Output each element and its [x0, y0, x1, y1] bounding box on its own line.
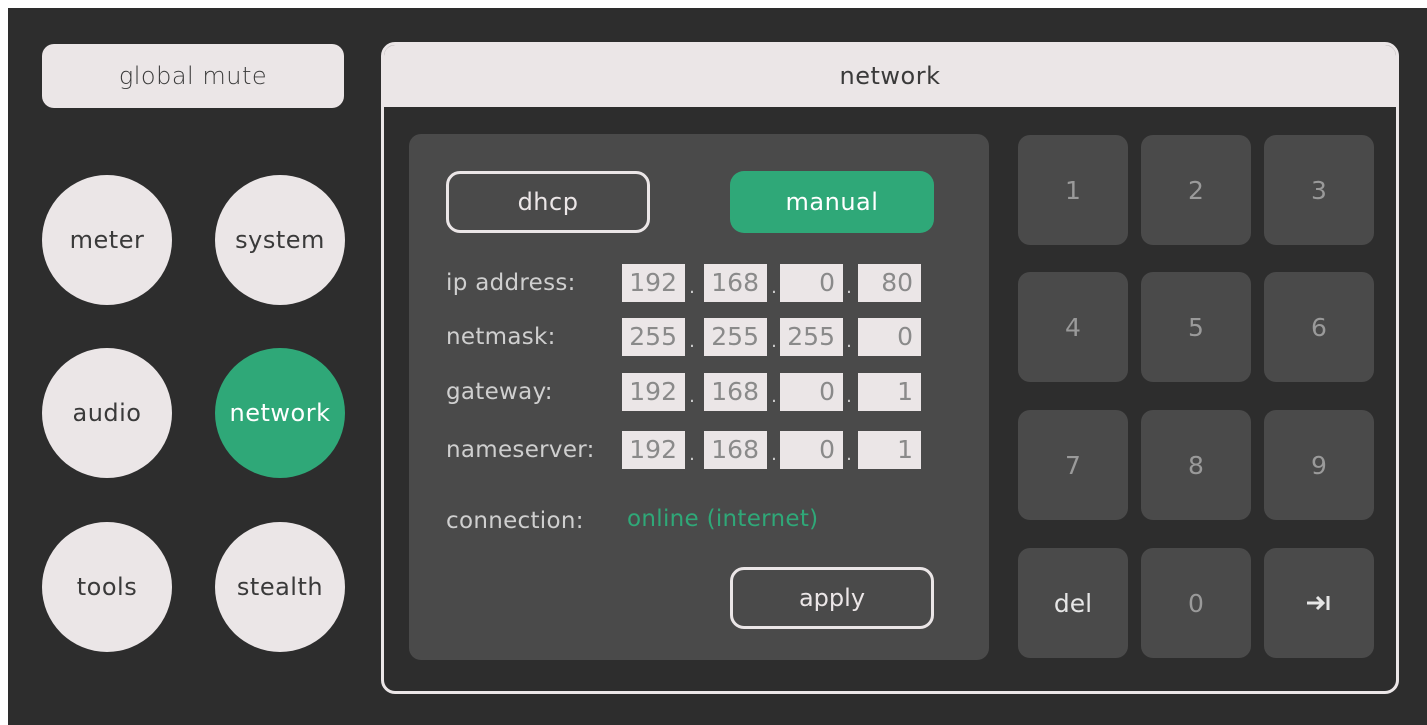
netmask-octet-1[interactable]: 255 — [622, 318, 685, 356]
nameserver-octet-1[interactable]: 192 — [622, 431, 685, 469]
keypad-key-8[interactable]: 8 — [1141, 410, 1251, 520]
octet-separator: . — [689, 444, 695, 465]
network-button[interactable]: network — [215, 348, 345, 478]
gateway-octet-3[interactable]: 0 — [780, 373, 843, 411]
keypad-key-0[interactable]: 0 — [1141, 548, 1251, 658]
netmask-octet-3[interactable]: 255 — [780, 318, 843, 356]
audio-button[interactable]: audio — [42, 348, 172, 478]
tools-button[interactable]: tools — [42, 522, 172, 652]
gateway-octet-1[interactable]: 192 — [622, 373, 685, 411]
ip-address-octet-1[interactable]: 192 — [622, 264, 685, 302]
octet-separator: . — [771, 277, 777, 298]
octet-separator: . — [846, 444, 852, 465]
octet-separator: . — [771, 444, 777, 465]
keypad-key-4[interactable]: 4 — [1018, 272, 1128, 382]
gateway-label: gateway: — [446, 379, 553, 405]
gateway-octet-4[interactable]: 1 — [858, 373, 921, 411]
gateway-octet-2[interactable]: 168 — [704, 373, 767, 411]
meter-button[interactable]: meter — [42, 175, 172, 305]
netmask-label: netmask: — [446, 324, 556, 350]
nameserver-octet-3[interactable]: 0 — [780, 431, 843, 469]
stealth-button[interactable]: stealth — [215, 522, 345, 652]
connection-label: connection: — [446, 508, 584, 534]
system-button[interactable]: system — [215, 175, 345, 305]
manual-button[interactable]: manual — [730, 171, 934, 233]
keypad-key-del[interactable]: del — [1018, 548, 1128, 658]
connection-status: online (internet) — [627, 506, 819, 532]
keypad-key-5[interactable]: 5 — [1141, 272, 1251, 382]
netmask-octet-4[interactable]: 0 — [858, 318, 921, 356]
nameserver-octet-2[interactable]: 168 — [704, 431, 767, 469]
nameserver-octet-4[interactable]: 1 — [858, 431, 921, 469]
nameserver-label: nameserver: — [446, 437, 595, 463]
network-panel-title: network — [384, 45, 1396, 107]
octet-separator: . — [846, 386, 852, 407]
octet-separator: . — [846, 277, 852, 298]
octet-separator: . — [689, 386, 695, 407]
tab-arrow-icon — [1307, 595, 1330, 611]
ip-address-octet-4[interactable]: 80 — [858, 264, 921, 302]
global-mute-button[interactable]: global mute — [42, 44, 344, 108]
ip-address-octet-2[interactable]: 168 — [704, 264, 767, 302]
ip-address-octet-3[interactable]: 0 — [780, 264, 843, 302]
octet-separator: . — [689, 331, 695, 352]
keypad-key-3[interactable]: 3 — [1264, 135, 1374, 245]
octet-separator: . — [771, 386, 777, 407]
keypad-key-6[interactable]: 6 — [1264, 272, 1374, 382]
octet-separator: . — [689, 277, 695, 298]
keypad-key-7[interactable]: 7 — [1018, 410, 1128, 520]
netmask-octet-2[interactable]: 255 — [704, 318, 767, 356]
octet-separator: . — [771, 331, 777, 352]
keypad-key-9[interactable]: 9 — [1264, 410, 1374, 520]
keypad-key-2[interactable]: 2 — [1141, 135, 1251, 245]
ip-address-label: ip address: — [446, 270, 576, 296]
octet-separator: . — [846, 331, 852, 352]
keypad-key-tab[interactable] — [1264, 548, 1374, 658]
dhcp-button[interactable]: dhcp — [446, 171, 650, 233]
keypad-key-1[interactable]: 1 — [1018, 135, 1128, 245]
apply-button[interactable]: apply — [730, 567, 934, 629]
